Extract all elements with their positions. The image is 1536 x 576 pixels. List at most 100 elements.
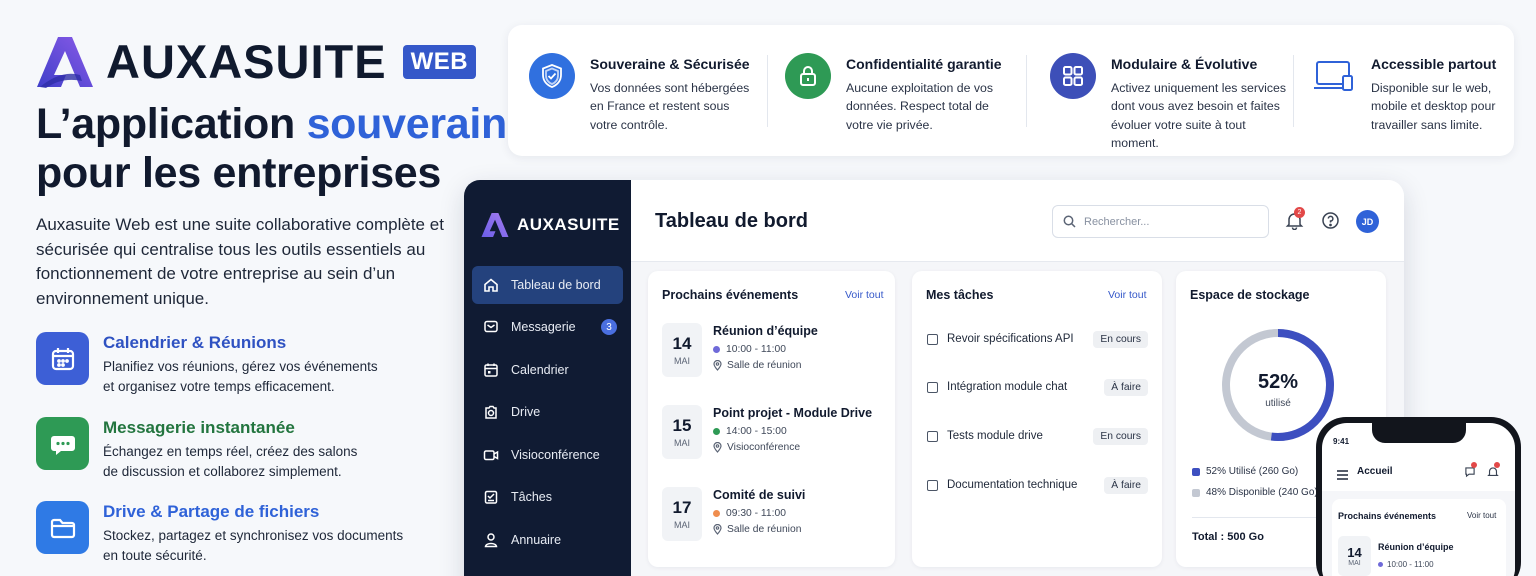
- sidebar-item-video[interactable]: Visioconférence: [472, 436, 623, 474]
- legend-label: 52% Utilisé (260 Go): [1206, 466, 1299, 477]
- phone-notifications-button[interactable]: [1464, 462, 1477, 483]
- benefit-modular: Modulaire & Évolutive Activez uniquement…: [1050, 25, 1295, 156]
- headline: L’application souveraine pour les entrep…: [36, 100, 531, 198]
- event-month: MAI: [673, 438, 690, 448]
- benefit-title: Accessible partout: [1371, 56, 1497, 72]
- benefit-desc: données. Respect total de: [846, 99, 989, 114]
- video-icon: [483, 450, 499, 461]
- phone-time: 9:41: [1333, 437, 1350, 446]
- auxasuite-logo-icon: [37, 36, 93, 88]
- search-box[interactable]: [1052, 205, 1269, 238]
- menu-button[interactable]: [1337, 467, 1348, 485]
- notification-count: 2: [1294, 207, 1305, 218]
- benefit-desc: dont vous avez besoin et faites: [1111, 99, 1280, 114]
- task-item[interactable]: Tests module drive En cours: [927, 427, 1148, 445]
- benefit-desc: évoluer votre suite à tout moment.: [1111, 117, 1246, 150]
- sidebar-item-label: Annuaire: [511, 533, 562, 547]
- brand-name: AUXASUITE: [106, 35, 387, 88]
- task-checkbox[interactable]: [927, 333, 938, 345]
- task-checkbox[interactable]: [927, 430, 938, 442]
- divider: [767, 55, 768, 127]
- help-button[interactable]: [1321, 211, 1340, 235]
- phone-alerts-button[interactable]: [1487, 462, 1500, 483]
- tasks-icon: [484, 490, 498, 504]
- event-place: Salle de réunion: [727, 524, 802, 535]
- event-day: 14: [672, 334, 692, 353]
- task-checkbox[interactable]: [927, 381, 938, 393]
- feature-title: Calendrier & Réunions: [103, 333, 287, 352]
- headline-line2: pour les entreprises: [36, 149, 442, 197]
- feature-desc: Échangez en temps réel, créez des salons: [103, 444, 358, 459]
- event-day: 17: [672, 498, 692, 517]
- feature-desc: de discussion et collaborez simplement.: [103, 464, 342, 479]
- sidebar-item-label: Visioconférence: [511, 448, 600, 462]
- search-input[interactable]: [1084, 215, 1254, 228]
- avatar[interactable]: JD: [1356, 210, 1379, 233]
- event-month: MAI: [673, 356, 690, 366]
- task-label: Documentation technique: [947, 479, 1078, 491]
- event-item[interactable]: 14 MAI Réunion d’équipe 10:00 - 11:00 Sal…: [662, 323, 818, 377]
- sidebar-brand: AUXASUITE: [481, 212, 620, 238]
- task-item[interactable]: Intégration module chat À faire: [927, 378, 1148, 396]
- divider: [1293, 55, 1294, 127]
- card-title: Mes tâches: [926, 288, 994, 302]
- sidebar-item-dashboard[interactable]: Tableau de bord: [472, 266, 623, 304]
- event-title: Réunion d’équipe: [713, 324, 818, 338]
- location-icon: [713, 524, 722, 535]
- storage-caption: utilisé: [1265, 398, 1291, 409]
- search-icon: [1063, 215, 1076, 228]
- benefit-desc: Aucune exploitation de vos: [846, 81, 993, 95]
- benefit-desc: en France et restent sous: [590, 99, 730, 114]
- event-day: 14: [1347, 545, 1362, 560]
- unread-badge: 3: [601, 319, 617, 335]
- sidebar-item-drive[interactable]: Drive: [472, 393, 623, 431]
- task-item[interactable]: Revoir spécifications API En cours: [927, 330, 1148, 348]
- events-card: Prochains événements Voir tout 14 MAI Réu…: [648, 271, 895, 567]
- benefits-bar: Souveraine & Sécurisée Vos données sont …: [508, 25, 1514, 156]
- task-status: À faire: [1104, 476, 1148, 494]
- event-month: MAI: [1348, 560, 1361, 567]
- main-content: Tableau de bord 2 JD Prochains événement…: [631, 180, 1404, 576]
- task-status: En cours: [1093, 330, 1148, 348]
- sidebar-item-label: Tâches: [511, 490, 552, 504]
- page-title: Tableau de bord: [655, 210, 808, 232]
- lock-icon: [785, 53, 831, 99]
- sidebar-item-tasks[interactable]: Tâches: [472, 478, 623, 516]
- view-all-link[interactable]: Voir tout: [845, 289, 884, 301]
- shield-icon: [529, 53, 575, 99]
- event-color-dot: [713, 510, 720, 517]
- event-item[interactable]: 15 MAI Point projet - Module Drive 14:00 …: [662, 405, 872, 459]
- location-icon: [713, 442, 722, 453]
- sidebar-item-calendar[interactable]: Calendrier: [472, 351, 623, 389]
- task-item[interactable]: Documentation technique À faire: [927, 476, 1148, 494]
- phone-event-title: Réunion d’équipe: [1378, 542, 1454, 552]
- brand-tag: WEB: [402, 44, 477, 79]
- task-checkbox[interactable]: [927, 479, 938, 491]
- notifications-button[interactable]: 2: [1285, 207, 1305, 235]
- user-icon: [484, 533, 498, 548]
- event-place: Salle de réunion: [727, 360, 802, 371]
- sidebar-item-messaging[interactable]: Messagerie 3: [472, 308, 623, 346]
- phone-title: Accueil: [1357, 466, 1393, 477]
- feature-title: Messagerie instantanée: [103, 418, 295, 437]
- modules-icon: [1050, 53, 1096, 99]
- task-label: Tests module drive: [947, 430, 1043, 442]
- phone-event-date: 14 MAI: [1338, 536, 1371, 576]
- task-status: En cours: [1093, 427, 1148, 445]
- benefit-desc: mobile et desktop pour: [1371, 99, 1496, 114]
- drive-icon: [485, 405, 497, 419]
- auxasuite-logo-icon: [481, 212, 509, 238]
- event-date: 15 MAI: [662, 405, 702, 459]
- laptop-icon: [1310, 53, 1356, 99]
- event-title: Comité de suivi: [713, 488, 806, 502]
- event-time: 10:00 - 11:00: [726, 344, 786, 355]
- intro-text: Auxasuite Web est une suite collaborativ…: [36, 215, 444, 308]
- phone-view-all-link[interactable]: Voir tout: [1467, 511, 1496, 520]
- help-icon: [1322, 212, 1339, 229]
- notification-dot: [1494, 462, 1500, 468]
- phone-event-time-row: 10:00 - 11:00: [1378, 560, 1434, 569]
- sidebar-item-directory[interactable]: Annuaire: [472, 521, 623, 559]
- event-item[interactable]: 17 MAI Comité de suivi 09:30 - 11:00 Sall…: [662, 487, 805, 541]
- view-all-link[interactable]: Voir tout: [1108, 289, 1147, 301]
- event-place: Visioconférence: [727, 442, 801, 453]
